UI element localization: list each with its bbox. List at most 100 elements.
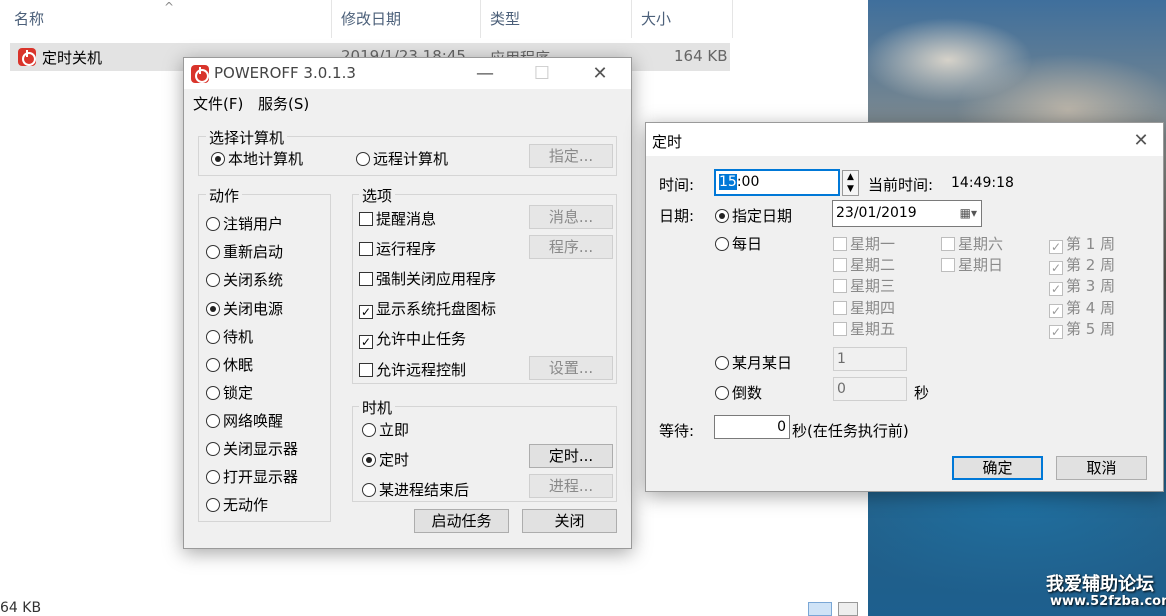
timer-title: 定时 [652,133,683,151]
time-spinner[interactable]: ▲ ▼ [842,170,859,196]
column-type[interactable]: 类型 [482,0,632,38]
countdown-input[interactable]: 0 [833,377,907,401]
settings-button[interactable]: 设置... [529,356,613,380]
chk-week-3[interactable]: ✓ 第 3 周 [1049,275,1115,296]
chk-allow-abort[interactable]: ✓ 允许中止任务 [359,328,466,349]
chk-monday[interactable]: 星期一 [833,233,895,254]
chk-sunday[interactable]: 星期日 [941,254,1003,275]
week-3-label: 第 3 周 [1066,277,1116,295]
details-view-icon[interactable] [808,602,832,616]
monthly-input[interactable]: 1 [833,347,907,371]
chk-thursday[interactable]: 星期四 [833,297,895,318]
column-size[interactable]: 大小 [633,0,733,38]
chk-friday[interactable]: 星期五 [833,318,895,339]
message-button[interactable]: 消息... [529,205,613,229]
countdown-sec-label: 秒 [914,384,930,402]
start-task-button[interactable]: 启动任务 [414,509,509,533]
close-window-button[interactable]: ✕ [577,58,623,89]
action-hibernate[interactable]: 休眠 [206,354,253,375]
action-monitor-off[interactable]: 关闭显示器 [206,438,298,459]
file-name: 定时关机 [42,49,103,67]
action-none[interactable]: 无动作 [206,494,268,515]
chk-allow-abort-label: 允许中止任务 [376,330,467,348]
chk-week-2[interactable]: ✓ 第 2 周 [1049,254,1115,275]
date-picker[interactable]: 23/01/2019 ▦▾ [832,200,982,227]
chk-remind[interactable]: 提醒消息 [359,208,436,229]
watermark-text: 我爱辅助论坛 [1046,574,1154,595]
radio-monthly[interactable]: 某月某日 [715,352,792,373]
timing-timer[interactable]: 定时 [362,449,409,470]
action-shutdown[interactable]: 关闭系统 [206,269,283,290]
sort-arrow-icon: ^ [164,0,175,14]
current-time-label: 当前时间: [868,176,934,194]
action-standby-label: 待机 [223,328,254,346]
action-lock[interactable]: 锁定 [206,382,253,403]
chk-force-close[interactable]: 强制关闭应用程序 [359,268,496,289]
tuesday-label: 星期二 [850,256,896,274]
chk-tuesday[interactable]: 星期二 [833,254,895,275]
chk-week-1[interactable]: ✓ 第 1 周 [1049,233,1115,254]
radio-local-label: 本地计算机 [228,150,304,168]
wait-label: 等待: [659,422,695,440]
chk-week-4[interactable]: ✓ 第 4 周 [1049,297,1115,318]
action-hibernate-label: 休眠 [223,356,254,374]
action-monitor-on[interactable]: 打开显示器 [206,466,298,487]
chk-week-5[interactable]: ✓ 第 5 周 [1049,318,1115,339]
column-size-label: 大小 [641,10,672,28]
action-none-label: 无动作 [223,496,269,514]
saturday-label: 星期六 [958,235,1004,253]
countdown-label: 倒数 [732,384,763,402]
chk-force-close-label: 强制关闭应用程序 [376,270,497,288]
week-4-label: 第 4 周 [1066,299,1116,317]
timer-titlebar[interactable]: 定时 ✕ [646,123,1163,156]
sunday-label: 星期日 [958,256,1004,274]
date-label: 日期: [659,207,695,225]
menu-file[interactable]: 文件(F) [193,93,243,114]
timer-close-icon[interactable]: ✕ [1118,125,1164,156]
radio-local-computer[interactable]: 本地计算机 [211,148,303,169]
action-restart[interactable]: 重新启动 [206,241,283,262]
chk-run-program[interactable]: 运行程序 [359,238,436,259]
menu-service[interactable]: 服务(S) [258,93,309,114]
poweroff-titlebar[interactable]: POWEROFF 3.0.1.3 — ☐ ✕ [184,58,631,89]
chk-allow-remote-label: 允许远程控制 [376,361,467,379]
tiles-view-icon[interactable] [838,602,858,616]
time-input[interactable]: 15:00 [714,169,840,196]
timing-immediate[interactable]: 立即 [362,419,409,440]
chk-allow-remote[interactable]: 允许远程控制 [359,359,466,380]
week-2-label: 第 2 周 [1066,256,1116,274]
radio-daily[interactable]: 每日 [715,233,762,254]
calendar-dropdown-icon[interactable]: ▦▾ [960,201,977,226]
radio-specify-date[interactable]: 指定日期 [715,205,792,226]
close-button[interactable]: 关闭 [522,509,617,533]
specify-button[interactable]: 指定... [529,144,613,168]
chk-wednesday[interactable]: 星期三 [833,275,895,296]
action-poweroff[interactable]: 关闭电源 [206,298,283,319]
chk-remind-label: 提醒消息 [376,210,437,228]
actions-label: 动作 [206,185,243,206]
status-size: 64 KB [0,600,42,616]
action-logoff-label: 注销用户 [223,215,284,233]
timer-button[interactable]: 定时... [529,444,613,468]
chk-show-tray-label: 显示系统托盘图标 [376,300,497,318]
week-5-label: 第 5 周 [1066,320,1116,338]
radio-remote-computer[interactable]: 远程计算机 [356,148,448,169]
poweroff-app-icon [18,48,36,66]
timing-process-end[interactable]: 某进程结束后 [362,479,469,500]
wait-suffix: 秒(在任务执行前) [792,422,909,440]
ok-button[interactable]: 确定 [952,456,1043,480]
action-standby[interactable]: 待机 [206,326,253,347]
maximize-button[interactable]: ☐ [519,58,565,89]
process-button[interactable]: 进程... [529,474,613,498]
column-type-label: 类型 [490,10,521,28]
action-logoff[interactable]: 注销用户 [206,213,283,234]
program-button[interactable]: 程序... [529,235,613,259]
radio-countdown[interactable]: 倒数 [715,382,762,403]
column-date[interactable]: 修改日期 [333,0,481,38]
cancel-button[interactable]: 取消 [1056,456,1147,480]
minimize-button[interactable]: — [462,58,508,89]
chk-show-tray[interactable]: ✓ 显示系统托盘图标 [359,298,496,319]
chk-saturday[interactable]: 星期六 [941,233,1003,254]
wait-input[interactable]: 0 [714,415,790,439]
action-wake-on-lan[interactable]: 网络唤醒 [206,410,283,431]
